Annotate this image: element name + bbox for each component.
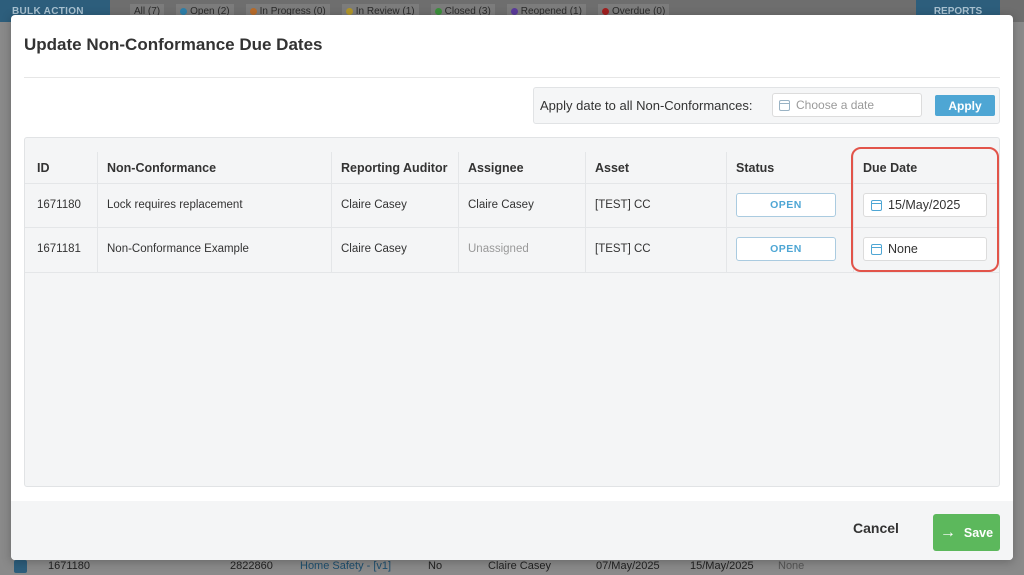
cell-assignee: Claire Casey — [468, 199, 534, 211]
cell-non-conformance: Lock requires replacement — [107, 199, 243, 211]
open-dot-icon — [180, 7, 188, 15]
arrow-right-icon: → — [939, 523, 956, 541]
column-separator — [331, 152, 332, 272]
column-separator — [585, 152, 586, 272]
header-non-conformance: Non-Conformance — [107, 161, 217, 175]
header-status: Status — [736, 161, 775, 175]
column-separator — [726, 152, 727, 272]
closed-dot-icon — [434, 7, 442, 15]
non-conformance-table: ID Non-Conformance Reporting Auditor Ass… — [24, 137, 1000, 487]
update-due-dates-modal: Update Non-Conformance Due Dates Apply d… — [11, 15, 1013, 560]
column-separator — [458, 152, 459, 272]
cell-asset: [TEST] CC — [595, 199, 651, 211]
apply-date-input[interactable]: Choose a date — [772, 93, 922, 117]
cell-assignee: Unassigned — [468, 243, 529, 255]
title-divider — [24, 77, 1000, 78]
row-divider — [25, 272, 999, 273]
save-button[interactable]: → Save — [933, 514, 1000, 551]
in-progress-dot-icon — [249, 7, 257, 15]
calendar-icon — [779, 99, 790, 111]
due-date-highlight — [851, 147, 999, 272]
cancel-button[interactable]: Cancel — [853, 520, 899, 536]
status-badge: OPEN — [736, 237, 836, 261]
modal-title: Update Non-Conformance Due Dates — [24, 35, 323, 54]
header-assignee: Assignee — [468, 161, 524, 175]
header-reporting-auditor: Reporting Auditor — [341, 161, 448, 175]
header-id: ID — [37, 161, 50, 175]
modal-footer: Cancel → Save — [11, 501, 1013, 560]
cell-id: 1671180 — [37, 199, 81, 211]
cell-asset: [TEST] CC — [595, 243, 651, 255]
cell-non-conformance: Non-Conformance Example — [107, 243, 249, 255]
reopened-dot-icon — [510, 7, 518, 15]
in-review-dot-icon — [345, 7, 353, 15]
apply-button[interactable]: Apply — [935, 95, 995, 116]
status-badge: OPEN — [736, 193, 836, 217]
apply-all-panel: Apply date to all Non-Conformances: Choo… — [533, 87, 1000, 124]
apply-all-label: Apply date to all Non-Conformances: — [540, 98, 753, 113]
save-label: Save — [963, 525, 994, 540]
row-checkbox — [14, 560, 27, 573]
column-separator — [97, 152, 98, 272]
apply-date-placeholder: Choose a date — [796, 98, 875, 112]
cell-auditor: Claire Casey — [341, 243, 407, 255]
cell-auditor: Claire Casey — [341, 199, 407, 211]
overdue-dot-icon — [601, 7, 609, 15]
header-asset: Asset — [595, 161, 630, 175]
cell-id: 1671181 — [37, 243, 81, 255]
